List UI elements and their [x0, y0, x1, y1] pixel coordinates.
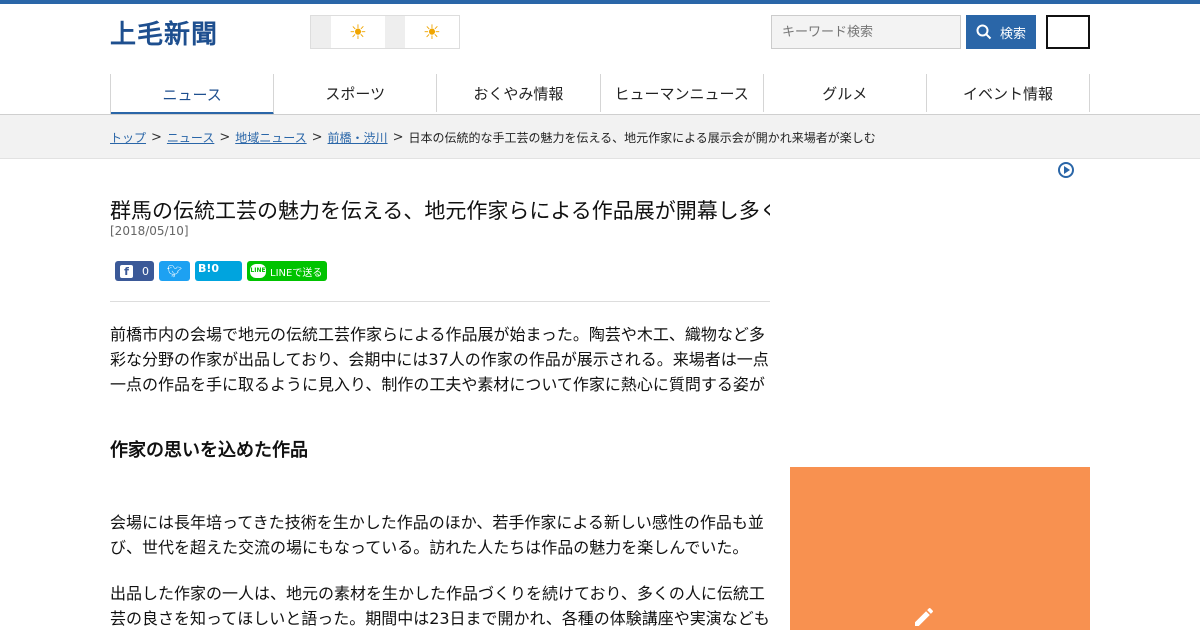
- line-share-button[interactable]: LINE LINEで送る: [247, 261, 327, 281]
- article-divider: [110, 301, 770, 302]
- nav-item-news[interactable]: ニュース: [111, 74, 275, 115]
- weather-pad: [385, 16, 405, 48]
- breadcrumb-separator: >: [392, 130, 404, 145]
- sun-icon: ☀: [423, 20, 441, 44]
- weather-cell: ☀: [311, 16, 385, 48]
- search-input[interactable]: [771, 15, 961, 49]
- breadcrumb-link-home[interactable]: トップ: [110, 129, 146, 146]
- article-paragraph: 会場には長年培ってきた技術を生かした作品のほか、若手作家による新しい感性の作品も…: [110, 513, 764, 557]
- site-logo[interactable]: 上毛新聞: [110, 14, 218, 51]
- breadcrumb-link-area[interactable]: 前橋・渋川: [328, 129, 388, 146]
- breadcrumb-separator: >: [219, 130, 231, 145]
- article-date: [2018/05/10]: [110, 224, 189, 238]
- share-bar: f 0 🐦︎ B!0 LINE LINEで送る: [115, 261, 327, 281]
- breadcrumb: トップ > ニュース > 地域ニュース > 前橋・渋川 > 日本の伝統的な手工芸…: [110, 129, 876, 146]
- line-icon: LINE: [250, 264, 266, 278]
- breadcrumb-link-news[interactable]: ニュース: [167, 129, 214, 146]
- main-nav: ニュース スポーツ おくやみ情報 ヒューマンニュース グルメ イベント情報: [110, 74, 1091, 115]
- weather-cell: ☀: [385, 16, 459, 48]
- twitter-share-button[interactable]: 🐦︎: [159, 261, 190, 281]
- nav-item-human-news[interactable]: ヒューマンニュース: [601, 74, 764, 112]
- top-accent-bar: [0, 0, 1200, 4]
- facebook-share-count: 0: [142, 264, 149, 278]
- ad-choices-icon[interactable]: [1058, 162, 1074, 178]
- weather-widget[interactable]: ☀ ☀: [310, 15, 460, 49]
- weather-pad: [311, 16, 331, 48]
- pencil-icon: [915, 607, 934, 626]
- hatena-bookmark-count: B!0: [198, 262, 220, 275]
- nav-item-obituaries[interactable]: おくやみ情報: [437, 74, 601, 112]
- breadcrumb-current: 日本の伝統的な手工芸の魅力を伝える、地元作家による展示会が開かれ来場者が楽しむ: [408, 131, 876, 145]
- breadcrumb-separator: >: [151, 130, 162, 145]
- hatena-bookmark-button[interactable]: B!0: [195, 261, 242, 281]
- search-icon: [976, 24, 992, 40]
- facebook-share-button[interactable]: f 0: [115, 261, 154, 281]
- sun-icon: ☀: [349, 20, 367, 44]
- nav-item-sports[interactable]: スポーツ: [274, 74, 438, 112]
- search-button-label: 検索: [999, 26, 1026, 42]
- article-subheading: 作家の思いを込めた作品: [110, 440, 308, 461]
- article-paragraph: 前橋市内の会場で地元の伝統工芸作家らによる作品展が始まった。陶芸や木工、織物など…: [110, 325, 769, 394]
- article-paragraph: 出品した作家の一人は、地元の素材を生かした作品づくりを続けており、多くの人に伝統…: [110, 584, 770, 628]
- article-title: 群馬の伝統工芸の魅力を伝える、地元作家らによる作品展が開幕し多くの来場者でにぎわ…: [110, 199, 770, 223]
- nav-item-events[interactable]: イベント情報: [927, 74, 1091, 112]
- breadcrumb-separator: >: [311, 130, 323, 145]
- breadcrumb-link-local[interactable]: 地域ニュース: [235, 129, 306, 146]
- facebook-icon: f: [120, 264, 133, 278]
- line-share-label: LINEで送る: [270, 267, 323, 279]
- twitter-icon: 🐦︎: [166, 264, 183, 278]
- search-button[interactable]: 検索: [966, 15, 1036, 49]
- menu-button[interactable]: [1046, 15, 1090, 49]
- sidebar-ad[interactable]: [790, 467, 1090, 630]
- nav-item-gourmet[interactable]: グルメ: [764, 74, 927, 112]
